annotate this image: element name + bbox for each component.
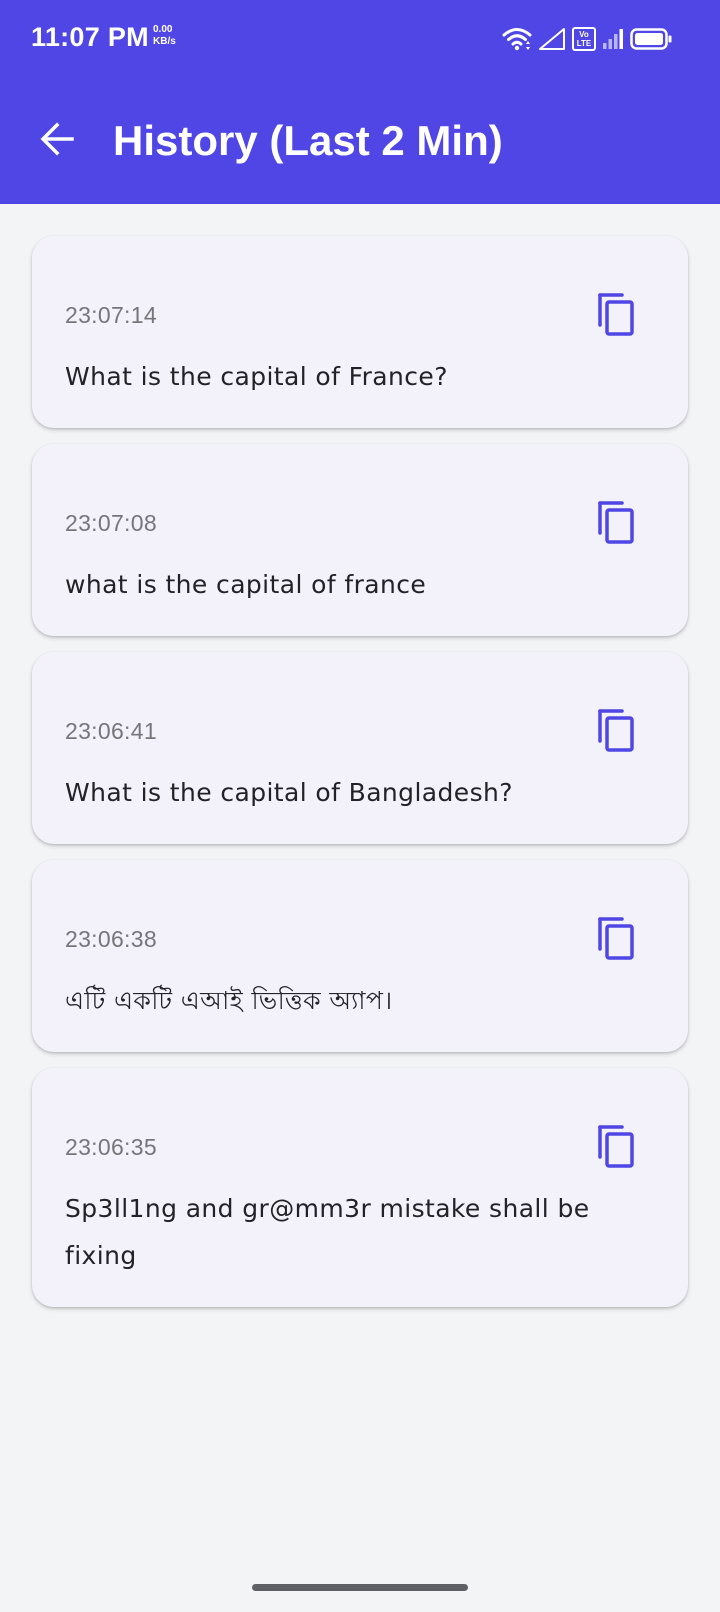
app-bar: 11:07 PM 0.00 KB/s Vo LTE History (Last … [0,0,720,204]
history-item-header: 23:06:35 [65,1068,656,1185]
battery-icon [630,28,672,50]
copy-icon [596,291,636,341]
history-item-header: 23:06:41 [65,652,656,769]
history-item: 23:06:41 What is the capital of Banglade… [32,652,688,844]
status-bar: 11:07 PM 0.00 KB/s Vo LTE [0,0,720,80]
toolbar: History (Last 2 Min) [0,100,720,182]
signal-empty-icon [538,27,566,51]
history-list: 23:07:14 What is the capital of France? … [32,236,688,1323]
history-item: 23:06:35 Sp3ll1ng and gr@mm3r mistake sh… [32,1068,688,1307]
history-item-time: 23:07:08 [65,510,157,536]
history-item: 23:07:14 What is the capital of France? [32,236,688,428]
copy-icon [596,707,636,757]
copy-button[interactable] [588,912,644,968]
network-speed-value: 0.00 [153,24,173,35]
volte-icon: Vo LTE [572,27,596,51]
copy-button[interactable] [588,496,644,552]
network-speed: 0.00 KB/s [153,24,185,48]
copy-icon [596,1123,636,1173]
status-icons: Vo LTE [502,24,672,54]
history-item: 23:07:08 what is the capital of france [32,444,688,636]
copy-button[interactable] [588,288,644,344]
history-item-header: 23:07:08 [65,444,656,561]
history-item-time: 23:06:41 [65,718,157,744]
history-item-header: 23:06:38 [65,860,656,977]
history-item: 23:06:38 এটি একটি এআই ভিত্তিক অ্যাপ। [32,860,688,1052]
status-time: 11:07 PM [31,22,149,52]
history-item-text: What is the capital of Bangladesh? [65,778,513,807]
history-item-header: 23:07:14 [65,236,656,353]
history-item-time: 23:06:38 [65,926,157,952]
copy-icon [596,499,636,549]
home-indicator[interactable] [252,1584,468,1591]
volte-label-bottom: LTE [576,39,592,48]
signal-bars-icon [602,28,624,50]
history-item-time: 23:07:14 [65,302,157,328]
volte-label-top: Vo [579,30,589,39]
arrow-left-icon [39,121,75,161]
history-item-text: এটি একটি এআই ভিত্তিক অ্যাপ। [65,986,393,1015]
history-item-text: Sp3ll1ng and gr@mm3r mistake shall be fi… [65,1194,590,1270]
network-speed-unit: KB/s [153,36,176,47]
history-item-text: what is the capital of france [65,570,427,599]
copy-icon [596,915,636,965]
wifi-icon [502,26,532,52]
history-item-text: What is the capital of France? [65,362,448,391]
page-title: History (Last 2 Min) [113,117,503,164]
history-item-time: 23:06:35 [65,1134,157,1160]
back-button[interactable] [30,114,84,168]
copy-button[interactable] [588,1120,644,1176]
copy-button[interactable] [588,704,644,760]
